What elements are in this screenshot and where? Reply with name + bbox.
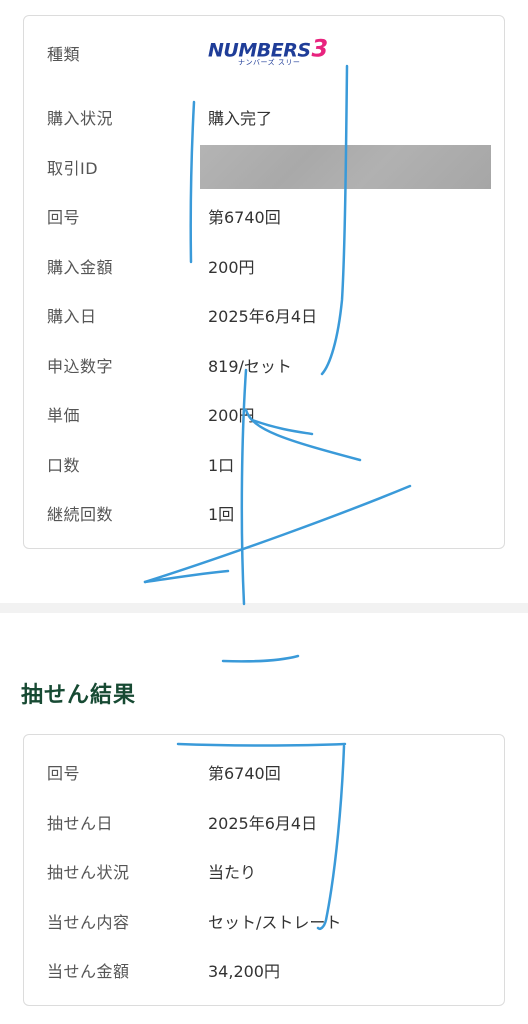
row-win-amount: 当せん金額 34,200円	[24, 945, 504, 995]
win-amount-value: 34,200円	[208, 962, 280, 981]
row-transaction-id: 取引ID	[24, 142, 504, 192]
row-unit-price: 単価 200円	[24, 389, 504, 439]
purchase-status-label: 購入状況	[47, 109, 114, 128]
purchase-amount-label: 購入金額	[47, 258, 114, 277]
transaction-id-label: 取引ID	[47, 159, 99, 178]
row-draw-date: 抽せん日 2025年6月4日	[24, 797, 504, 847]
continuation-label: 継続回数	[47, 505, 114, 524]
round-label: 回号	[47, 208, 81, 227]
purchase-amount-value: 200円	[208, 258, 255, 277]
row-draw-status: 抽せん状況 当たり	[24, 846, 504, 896]
draw-round-value: 第6740回	[208, 764, 281, 783]
row-purchase-status: 購入状況 購入完了	[24, 92, 504, 142]
scribble-stroke	[221, 654, 300, 663]
unit-price-label: 単価	[47, 406, 81, 425]
transaction-id-redacted	[200, 145, 491, 189]
row-units: 口数 1口	[24, 439, 504, 489]
selected-numbers-label: 申込数字	[47, 357, 114, 376]
draw-date-label: 抽せん日	[47, 814, 114, 833]
draw-date-value: 2025年6月4日	[208, 814, 318, 833]
draw-result-card: 回号 第6740回 抽せん日 2025年6月4日 抽せん状況 当たり 当せん内容…	[23, 734, 505, 1006]
purchase-details-card: 種類 NUMBERS3 ナンバーズ スリー 購入状況 購入完了 取引ID 回号 …	[23, 15, 505, 549]
draw-status-label: 抽せん状況	[47, 863, 130, 882]
round-value: 第6740回	[208, 208, 281, 227]
draw-round-label: 回号	[47, 764, 81, 783]
row-purchase-amount: 購入金額 200円	[24, 241, 504, 291]
row-continuation: 継続回数 1回	[24, 488, 504, 538]
units-label: 口数	[47, 456, 81, 475]
row-purchase-date: 購入日 2025年6月4日	[24, 290, 504, 340]
scribble-stroke	[143, 569, 230, 584]
win-amount-label: 当せん金額	[47, 962, 130, 981]
row-round: 回号 第6740回	[24, 191, 504, 241]
continuation-value: 1回	[208, 505, 235, 524]
draw-result-title: 抽せん結果	[21, 683, 137, 708]
units-value: 1口	[208, 456, 235, 475]
row-selected-numbers: 申込数字 819/セット	[24, 340, 504, 390]
type-label: 種類	[47, 45, 81, 64]
purchase-date-value: 2025年6月4日	[208, 307, 318, 326]
purchase-status-value: 購入完了	[208, 109, 273, 128]
unit-price-value: 200円	[208, 406, 255, 425]
selected-numbers-value: 819/セット	[208, 357, 292, 376]
win-type-label: 当せん内容	[47, 913, 130, 932]
numbers3-logo: NUMBERS3 ナンバーズ スリー	[208, 34, 328, 68]
logo-number: 3	[311, 34, 329, 63]
section-divider	[0, 603, 528, 613]
logo-subtext: ナンバーズ スリー	[238, 58, 301, 67]
win-type-value: セット/ストレート	[208, 913, 342, 932]
row-draw-round: 回号 第6740回	[24, 747, 504, 797]
row-type: 種類 NUMBERS3 ナンバーズ スリー	[24, 28, 504, 78]
draw-status-value: 当たり	[208, 863, 257, 882]
page: 種類 NUMBERS3 ナンバーズ スリー 購入状況 購入完了 取引ID 回号 …	[0, 0, 528, 1024]
row-win-type: 当せん内容 セット/ストレート	[24, 896, 504, 946]
purchase-date-label: 購入日	[47, 307, 97, 326]
